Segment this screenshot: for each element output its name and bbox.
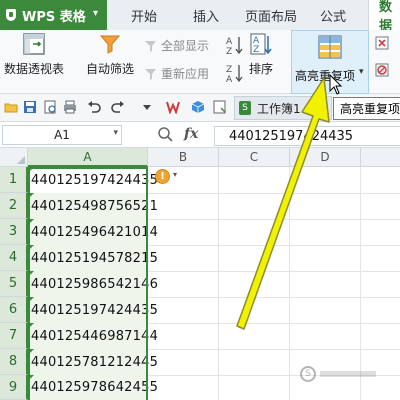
tab-insert[interactable]: 插入 (193, 0, 219, 30)
tab-home[interactable]: 开始 (131, 0, 157, 30)
grid-line (218, 167, 219, 400)
row-header[interactable]: 3 (0, 219, 28, 245)
redo-icon[interactable] (111, 100, 125, 114)
autofilter-label: 自动筛选 (86, 62, 135, 76)
name-box-value: A1 (54, 128, 70, 142)
show-all-button[interactable]: 全部显示 (144, 37, 209, 54)
svg-text:A: A (226, 37, 233, 47)
print-icon[interactable] (63, 100, 77, 114)
column-header-e[interactable] (361, 148, 400, 167)
row-header[interactable]: 8 (0, 349, 28, 375)
svg-text:Z: Z (226, 65, 232, 75)
save-icon[interactable] (23, 100, 37, 114)
sort-icon: A Z (250, 33, 272, 55)
select-all-corner[interactable] (0, 148, 28, 167)
wps-office-icon[interactable] (166, 100, 184, 114)
reapply-button[interactable]: 重新应用 (144, 65, 209, 82)
show-all-label: 全部显示 (161, 39, 210, 53)
svg-text:Z: Z (226, 47, 232, 56)
wps-logo-icon (6, 8, 18, 22)
column-header-b[interactable]: B (148, 148, 219, 167)
watermark-text-icon (320, 371, 376, 377)
column-header-a[interactable]: A (28, 148, 148, 167)
customize-toolbar-icon[interactable] (140, 100, 154, 114)
print-preview-icon[interactable] (43, 100, 57, 114)
formula-input[interactable]: 440125197424435 (214, 126, 400, 146)
tooltip: 高亮重复项 (333, 97, 400, 120)
row-header[interactable]: 2 (0, 193, 28, 219)
funnel-refresh-icon (145, 68, 156, 80)
row-header[interactable]: 9 (0, 375, 28, 400)
workbook-tab[interactable]: S 工作簿1 (234, 96, 332, 120)
mouse-cursor-icon (329, 74, 343, 95)
reapply-label: 重新应用 (161, 67, 210, 81)
workbook-tab-label: 工作簿1 (257, 101, 301, 116)
autofilter-button[interactable]: 自动筛选 (86, 32, 134, 77)
tab-formulas[interactable]: 公式 (320, 0, 346, 30)
pivot-table-icon (23, 33, 45, 55)
name-box[interactable]: A1 ▾ (2, 125, 122, 145)
watermark-logo-icon: S (300, 366, 316, 382)
warning-icon[interactable]: ! (155, 169, 170, 184)
highlight-duplicates-icon (318, 35, 342, 59)
funnel-clear-icon (145, 40, 156, 52)
spreadsheet-icon: S (239, 101, 251, 115)
sort-button[interactable]: A Z 排序 (249, 32, 273, 77)
delete-duplicates-icon[interactable] (375, 36, 389, 50)
zoom-icon[interactable] (157, 126, 173, 142)
pivot-table-label: 数据透视表 (4, 62, 65, 76)
sort-descending-icon[interactable]: Z A (225, 62, 243, 84)
grid-line (289, 167, 290, 400)
chevron-down-icon: ▾ (93, 8, 99, 19)
chevron-down-icon[interactable]: ▾ (113, 128, 118, 138)
row-header[interactable]: 6 (0, 297, 28, 323)
row-header[interactable]: 7 (0, 323, 28, 349)
app-name: WPS 表格 (22, 9, 86, 25)
chevron-down-icon[interactable]: ▾ (359, 67, 364, 77)
column-header-c[interactable]: C (219, 148, 290, 167)
svg-text:A: A (226, 75, 233, 84)
spreadsheet-grid: A B C D 1 2 3 4 5 6 7 8 9 44012519742443… (0, 148, 400, 400)
open-folder-icon[interactable] (4, 100, 18, 114)
chevron-down-icon[interactable]: ▾ (173, 170, 177, 179)
title-tab-bar: WPS 表格 ▾ 开始 插入 页面布局 公式 数据 (0, 0, 400, 34)
selection-border (28, 167, 148, 400)
tab-data[interactable]: 数据 (368, 0, 400, 34)
cloud-cube-icon[interactable] (190, 100, 206, 114)
column-header-d[interactable]: D (290, 148, 361, 167)
funnel-icon (99, 35, 121, 54)
svg-text:Z: Z (253, 45, 259, 55)
tab-page-layout[interactable]: 页面布局 (245, 0, 297, 30)
highlight-duplicates-label: 高亮重复项 (295, 69, 356, 83)
undo-icon[interactable] (87, 100, 101, 114)
app-menu-button[interactable]: WPS 表格 ▾ (0, 0, 107, 30)
row-header[interactable]: 4 (0, 245, 28, 271)
formula-bar: A1 ▾ fx 440125197424435 (0, 123, 400, 148)
pivot-table-button[interactable]: 数据透视表 (4, 32, 64, 77)
reject-duplicates-icon[interactable] (375, 63, 389, 77)
sort-ascending-icon[interactable]: A Z (225, 34, 243, 56)
row-header[interactable]: 5 (0, 271, 28, 297)
watermark: S (300, 366, 376, 382)
insert-function-icon[interactable]: fx (184, 126, 198, 142)
row-header[interactable]: 1 (0, 167, 28, 193)
new-document-icon[interactable] (213, 100, 227, 114)
sort-label: 排序 (249, 62, 274, 76)
